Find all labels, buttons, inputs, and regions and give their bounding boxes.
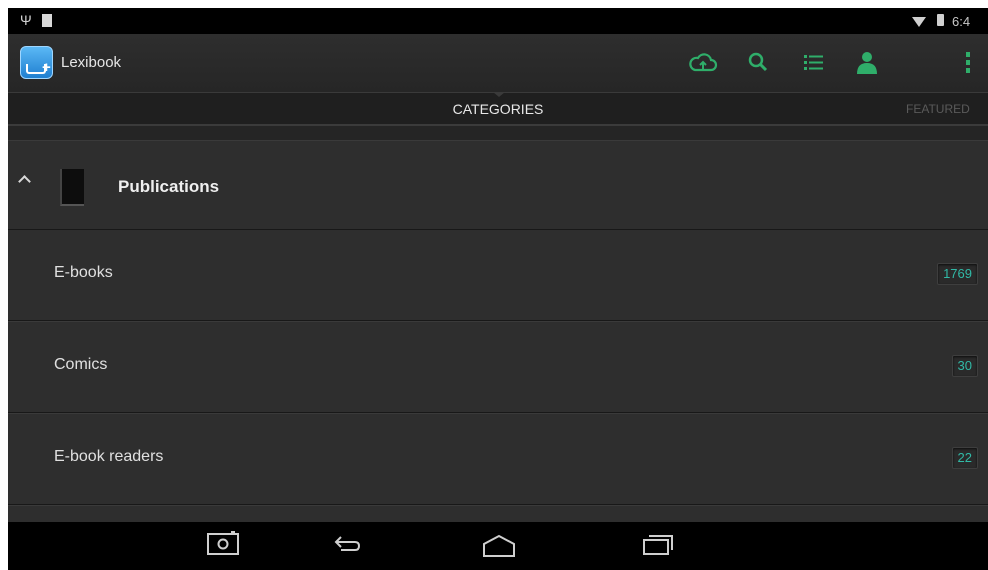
count-badge: 30 [951,355,978,377]
status-bar: Ψ 6:4 [8,8,988,34]
group-title: Publications [118,177,220,196]
overflow-menu-icon[interactable] [952,48,984,78]
tab-categories[interactable]: CATEGORIES [8,101,988,117]
navigation-bar [8,522,988,570]
back-icon[interactable] [327,528,367,562]
app-logo-icon[interactable]: + [20,46,53,79]
screenshot-icon[interactable] [203,528,243,562]
cloud-upload-icon[interactable] [687,48,719,78]
category-label: Comics [54,356,108,373]
list-top-divider [8,126,988,141]
usb-icon: Ψ [20,12,32,28]
list-item[interactable]: Comics 30 [8,322,988,413]
app-title: Lexibook [61,54,122,71]
wifi-icon [912,17,926,27]
recents-icon[interactable] [638,528,678,562]
count-badge: 22 [951,447,978,469]
list-item-partial [8,506,988,522]
status-time: 6:4 [952,14,971,29]
category-list: Publications E-books 1769 Comics 30 E-bo… [8,126,988,522]
tab-featured[interactable]: FEATURED [906,102,970,116]
list-item[interactable]: E-books 1769 [8,230,988,321]
tab-indicator [493,92,505,97]
book-icon [60,169,84,206]
notification-square-icon [42,14,52,27]
tab-strip: CATEGORIES FEATURED [8,92,988,126]
chevron-up-icon [18,175,31,188]
search-icon[interactable] [743,48,775,78]
home-icon[interactable] [479,528,519,562]
battery-icon [937,14,944,26]
list-item[interactable]: E-book readers 22 [8,414,988,505]
category-label: E-books [54,264,113,281]
group-header-publications[interactable]: Publications [8,141,988,230]
device-screen: Ψ 6:4 + Lexibook CATEGORIES FEATURED Pub… [8,8,988,570]
account-icon[interactable] [851,48,883,78]
count-badge: 1769 [937,263,978,285]
list-icon[interactable] [798,48,830,78]
category-label: E-book readers [54,448,164,465]
action-bar: + Lexibook [8,34,988,92]
